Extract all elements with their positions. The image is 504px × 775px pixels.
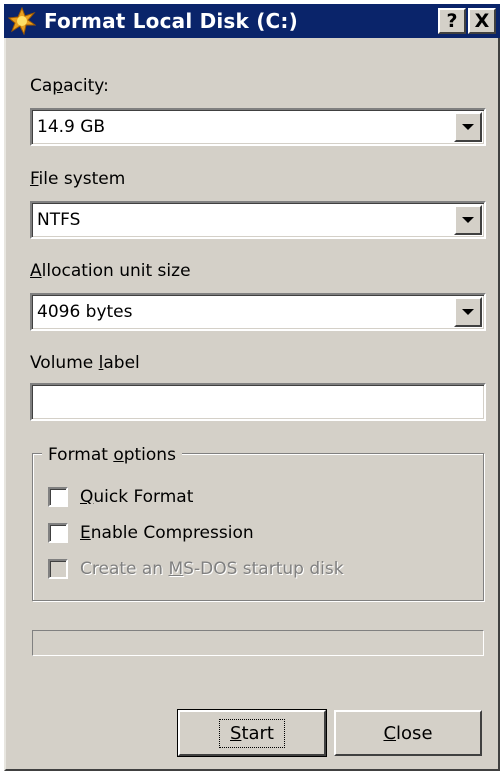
close-button[interactable]: Close bbox=[334, 710, 482, 756]
allocation-label: Allocation unit size bbox=[30, 261, 191, 281]
allocation-select[interactable]: 4096 bytes bbox=[30, 293, 486, 331]
msdos-startup-label: Create an MS-DOS startup disk bbox=[80, 559, 344, 579]
enable-compression-label[interactable]: Enable Compression bbox=[80, 523, 254, 543]
help-icon: ? bbox=[446, 9, 458, 32]
window-title: Format Local Disk (C:) bbox=[44, 9, 298, 33]
format-options-legend: Format options bbox=[42, 445, 182, 465]
chevron-down-icon[interactable] bbox=[454, 112, 482, 142]
close-window-button[interactable]: X bbox=[468, 8, 496, 34]
capacity-label: Capacity: bbox=[30, 76, 109, 96]
close-icon: X bbox=[474, 9, 490, 32]
file-system-select[interactable]: NTFS bbox=[30, 201, 486, 239]
capacity-select[interactable]: 14.9 GB bbox=[30, 108, 486, 146]
file-system-label: File system bbox=[30, 169, 126, 189]
file-system-value: NTFS bbox=[37, 210, 81, 230]
volume-label-label: Volume label bbox=[30, 353, 140, 373]
allocation-value: 4096 bytes bbox=[37, 302, 133, 322]
title-bar[interactable]: Format Local Disk (C:) ? X bbox=[4, 4, 500, 38]
help-button[interactable]: ? bbox=[438, 8, 466, 34]
volume-label-input[interactable] bbox=[30, 383, 486, 421]
chevron-down-icon[interactable] bbox=[454, 205, 482, 235]
quick-format-checkbox[interactable] bbox=[48, 487, 68, 507]
format-disk-icon bbox=[7, 6, 37, 36]
start-button[interactable]: Start bbox=[177, 709, 327, 757]
chevron-down-icon[interactable] bbox=[454, 297, 482, 327]
msdos-startup-checkbox bbox=[48, 559, 68, 579]
quick-format-label[interactable]: Quick Format bbox=[80, 487, 193, 507]
capacity-value: 14.9 GB bbox=[37, 117, 106, 137]
enable-compression-checkbox[interactable] bbox=[48, 523, 68, 543]
format-progress-bar bbox=[32, 630, 484, 656]
start-focus: Start bbox=[219, 718, 285, 748]
